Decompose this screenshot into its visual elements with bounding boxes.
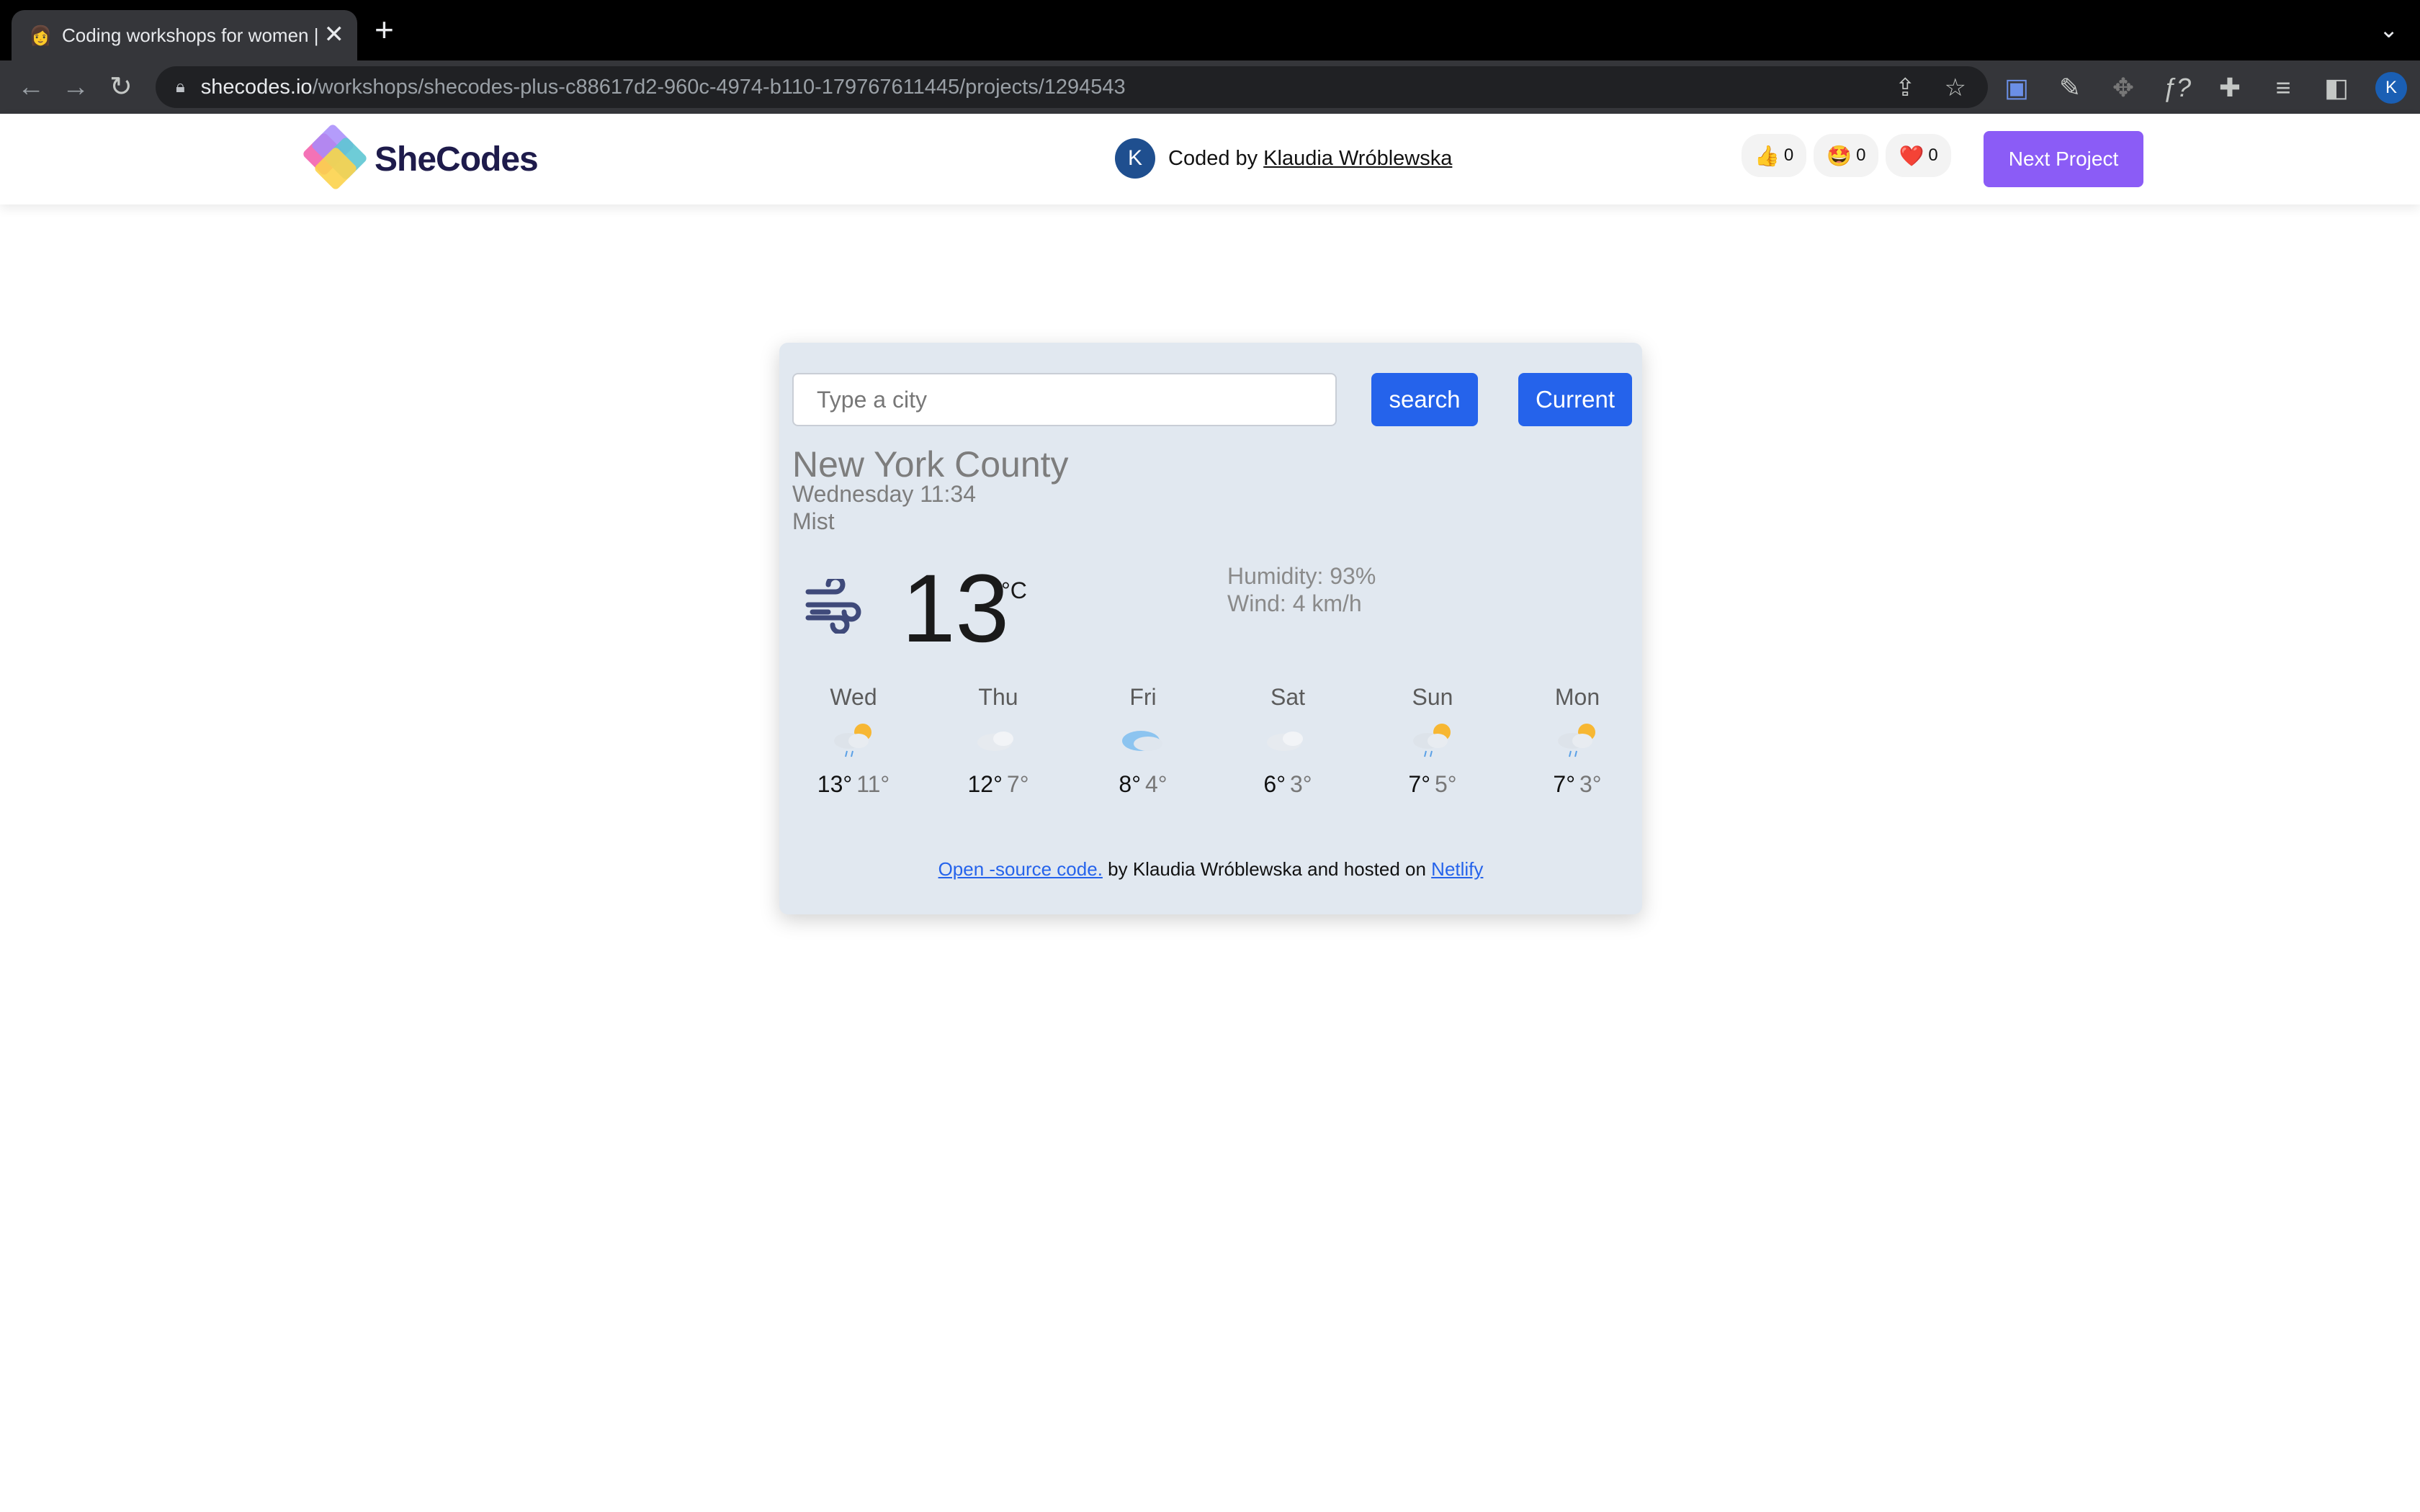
forecast-temps: 13° 11° [817, 771, 890, 797]
search-button[interactable]: search [1371, 373, 1478, 426]
forecast-day: Fri 8° 4° [1082, 684, 1204, 798]
humidity: Humidity: 93% [1227, 563, 1376, 589]
forecast-day-name: Fri [1129, 684, 1157, 710]
coded-by: K Coded by Klaudia Wróblewska [1115, 138, 1452, 179]
reaction-count: 0 [1783, 145, 1794, 165]
open-source-link[interactable]: Open -source code. [938, 858, 1103, 880]
cloud-icon [977, 732, 1013, 751]
weather-card: search Current New York County Wednesday… [779, 343, 1642, 914]
formula-extension-icon[interactable]: ƒ? [2162, 73, 2191, 103]
shecodes-logo-mark-icon [301, 122, 372, 192]
logo-text: SheCodes [375, 140, 539, 179]
reactions: 👍 0 🤩 0 ❤️ 0 [1742, 134, 1951, 177]
city-search-input[interactable] [792, 373, 1337, 426]
reaction-count: 0 [1928, 145, 1938, 165]
url-text[interactable]: shecodes.io/workshops/shecodes-plus-c886… [201, 76, 1126, 99]
forecast: Wed 13° 11° Thu 12° 7° Fri 8° 4° Sat 6° … [792, 684, 1629, 806]
forecast-day-name: Wed [830, 684, 877, 710]
new-tab-button[interactable]: + [375, 13, 394, 46]
forecast-temps: 8° 4° [1119, 771, 1168, 797]
back-arrow-icon[interactable]: ← [17, 71, 45, 104]
temperature-unit[interactable]: °C [1001, 577, 1027, 604]
browser-tabbar: 👩 Coding workshops for women | ✕ + ⌄ [0, 0, 2420, 60]
close-tab-icon[interactable]: ✕ [324, 20, 345, 49]
forecast-day: Wed 13° 11° [792, 684, 915, 798]
forecast-day-name: Sun [1412, 684, 1453, 710]
netlify-link[interactable]: Netlify [1431, 858, 1483, 880]
wind-speed: Wind: 4 km/h [1227, 590, 1362, 616]
card-footer: Open -source code. by Klaudia Wróblewska… [779, 858, 1642, 881]
puzzle-extensions-icon[interactable]: ✚ [2215, 73, 2244, 103]
pen-extension-icon[interactable]: ✎ [2056, 73, 2084, 103]
forecast-temps: 7° 3° [1553, 771, 1602, 797]
forecast-temps: 7° 5° [1408, 771, 1457, 797]
reaction-count: 0 [1856, 145, 1866, 165]
shecodes-logo[interactable]: SheCodes [301, 122, 539, 192]
extensions-area: ▣ ✎ ✥ ƒ? ✚ ≡ ◧ K ⋮ [2002, 72, 2420, 104]
tab-search-chevron-icon[interactable]: ⌄ [2379, 16, 2398, 43]
author-avatar: K [1115, 138, 1155, 179]
address-bar[interactable]: 🔒︎ shecodes.io/workshops/shecodes-plus-c… [156, 66, 1988, 108]
forecast-day: Mon 7° 3° [1516, 684, 1639, 798]
next-project-button[interactable]: Next Project [1984, 131, 2143, 187]
forecast-day-name: Thu [978, 684, 1018, 710]
date-time: Wednesday 11:34 [792, 481, 976, 507]
footer-text: by Klaudia Wróblewska and hosted on [1102, 858, 1432, 880]
lock-icon[interactable]: 🔒︎ [176, 77, 185, 97]
star-struck-reaction[interactable]: 🤩 0 [1814, 134, 1879, 177]
forecast-day: Sun 7° 5° [1371, 684, 1494, 798]
current-location-button[interactable]: Current [1518, 373, 1632, 426]
heart-icon: ❤️ [1899, 144, 1924, 167]
heart-reaction[interactable]: ❤️ 0 [1886, 134, 1951, 177]
city-name: New York County [792, 444, 1069, 485]
shecodes-header: SheCodes K Coded by Klaudia Wróblewska 👍… [0, 114, 2420, 204]
thumbs-up-reaction[interactable]: 👍 0 [1742, 134, 1807, 177]
forward-arrow-icon[interactable]: → [62, 71, 89, 104]
thumbs-up-icon: 👍 [1754, 144, 1780, 167]
weather-description: Mist [792, 508, 835, 534]
reading-list-icon[interactable]: ≡ [2269, 73, 2298, 103]
wind-mist-icon [805, 579, 861, 634]
forecast-temps: 12° 7° [967, 771, 1029, 797]
move-extension-icon[interactable]: ✥ [2109, 73, 2138, 103]
forecast-day: Thu 12° 7° [937, 684, 1059, 798]
bookmark-star-icon[interactable]: ☆ [1945, 73, 1966, 102]
browser-tab[interactable]: 👩 Coding workshops for women | ✕ [12, 10, 357, 60]
browser-toolbar: ← → ↻ 🔒︎ shecodes.io/workshops/shecodes-… [0, 60, 2420, 114]
coded-by-label: Coded by [1168, 146, 1258, 170]
shecodes-favicon-icon: 👩 [29, 24, 53, 46]
star-struck-icon: 🤩 [1827, 144, 1852, 167]
translate-extension-icon[interactable]: ▣ [2002, 73, 2031, 103]
rain-sun-icon [834, 724, 871, 757]
rain-sun-icon [1413, 724, 1451, 757]
forecast-day-name: Mon [1554, 684, 1600, 710]
forecast-day-name: Sat [1270, 684, 1306, 710]
current-temperature: 13 [902, 555, 1010, 662]
tab-title: Coding workshops for women | [62, 24, 319, 46]
forecast-temps: 6° 3° [1263, 771, 1312, 797]
reload-icon[interactable]: ↻ [109, 71, 133, 104]
cloud-blue-icon [1122, 731, 1162, 751]
share-icon[interactable]: ⇪ [1895, 73, 1916, 102]
author-link[interactable]: Klaudia Wróblewska [1263, 147, 1452, 171]
forecast-day: Sat 6° 3° [1227, 684, 1349, 798]
rain-sun-icon [1558, 724, 1595, 757]
profile-avatar[interactable]: K [2375, 72, 2407, 104]
side-panel-icon[interactable]: ◧ [2322, 73, 2351, 103]
cloud-icon [1267, 732, 1303, 751]
